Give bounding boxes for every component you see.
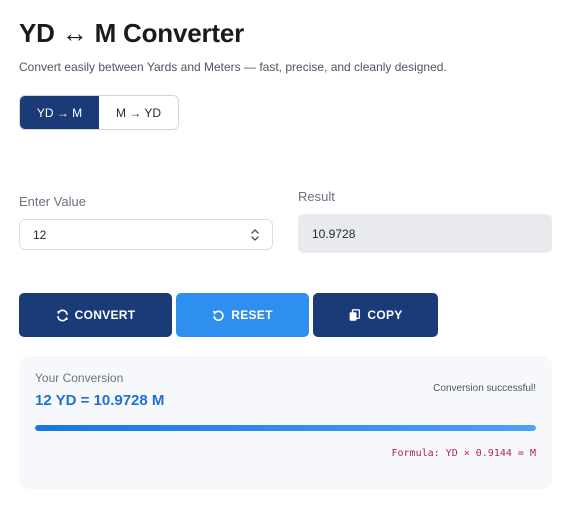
- page-title: YD ↔ M Converter: [19, 18, 245, 48]
- progress-fill: [35, 425, 536, 431]
- direction-toggle: YD → M M → YD: [19, 95, 179, 130]
- result-value: 10.9728: [312, 226, 356, 241]
- yd-to-m-button[interactable]: YD → M: [20, 96, 99, 129]
- result-label: Result: [298, 189, 335, 204]
- reset-button-label: RESET: [231, 308, 273, 322]
- m-to-yd-button[interactable]: M → YD: [99, 96, 178, 129]
- page-subtitle: Convert easily between Yards and Meters …: [19, 60, 447, 74]
- input-label: Enter Value: [19, 194, 86, 209]
- conversion-heading: Your Conversion: [35, 371, 124, 385]
- copy-icon: [350, 308, 361, 321]
- progress-bar: [35, 425, 536, 431]
- reset-button[interactable]: RESET: [176, 293, 309, 337]
- copy-button[interactable]: COPY: [313, 293, 438, 337]
- conversion-summary: 12 YD = 10.9728 M: [35, 392, 165, 409]
- formula-text: Formula: YD × 0.9144 = M: [391, 448, 537, 459]
- result-field: 10.9728: [298, 214, 552, 253]
- value-input-text: 12: [33, 227, 47, 242]
- status-message: Conversion successful!: [433, 383, 536, 394]
- convert-button-label: CONVERT: [74, 308, 136, 322]
- sync-icon: [56, 309, 68, 321]
- up-down-chevron-icon[interactable]: [250, 226, 260, 244]
- convert-button[interactable]: CONVERT: [19, 293, 172, 337]
- conversion-panel: Your Conversion Conversion successful! 1…: [19, 356, 552, 489]
- value-input[interactable]: 12: [19, 219, 273, 250]
- copy-button-label: COPY: [367, 308, 403, 322]
- undo-icon: [213, 309, 224, 321]
